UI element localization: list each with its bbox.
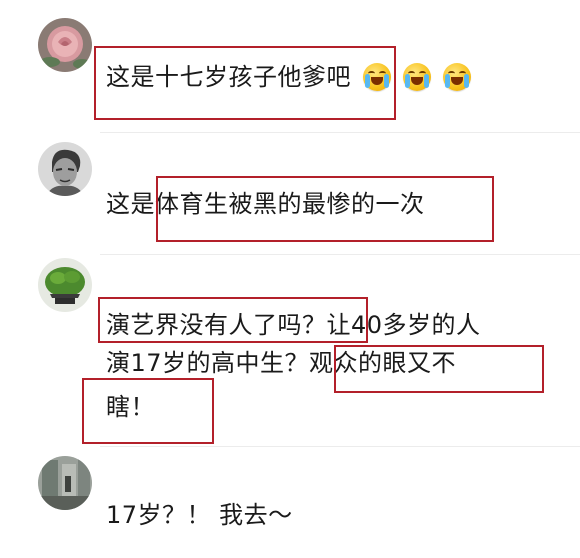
comment-item: 17岁？！ 我去～ [0,0,580,558]
comment-text-line: 17岁？！ 我去～ [106,501,293,529]
avatar[interactable] [38,456,92,510]
comment-text: 17岁？！ 我去～ [106,500,293,530]
street-photo-avatar-icon [38,456,92,510]
